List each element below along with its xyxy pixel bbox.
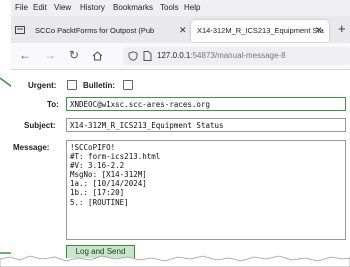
message-label: Message: bbox=[13, 143, 50, 152]
message-line: #V: 3.16-2.2 bbox=[70, 161, 125, 171]
menu-file[interactable]: File bbox=[15, 3, 28, 12]
browser-window: File Edit View History Bookmarks Tools H… bbox=[11, 0, 350, 258]
reload-icon[interactable]: ↻ bbox=[69, 48, 79, 62]
back-icon[interactable]: ← bbox=[19, 48, 31, 62]
menu-edit[interactable]: Edit bbox=[33, 3, 47, 12]
bulletin-label: Bulletin: bbox=[83, 81, 115, 90]
message-line: 5.: [ROUTINE] bbox=[70, 197, 129, 207]
menu-view[interactable]: View bbox=[54, 3, 71, 12]
message-line: #T: form-ics213.html bbox=[70, 152, 161, 162]
tab-packitforms[interactable]: SCCo PacktForms for Outpost (Pub ✕ bbox=[29, 20, 189, 42]
forward-icon[interactable]: → bbox=[44, 48, 56, 62]
close-icon[interactable]: ✕ bbox=[315, 25, 323, 36]
tab-bar: SCCo PacktForms for Outpost (Pub ✕ X14-3… bbox=[11, 16, 350, 43]
torn-edge bbox=[0, 255, 350, 267]
url-path: :54873/manual-message-8 bbox=[190, 51, 286, 60]
to-label: To: bbox=[47, 100, 59, 109]
message-line: !SCCoPIFO! bbox=[70, 143, 116, 152]
subject-field[interactable]: X14-312M_R_ICS213_Equipment Status bbox=[66, 118, 346, 132]
menu-bookmarks[interactable]: Bookmarks bbox=[113, 3, 153, 12]
tab-label: X14-312M_R_ICS213_Equipment Sta bbox=[197, 26, 324, 35]
bulletin-checkbox[interactable] bbox=[123, 80, 133, 90]
urgent-checkbox[interactable] bbox=[67, 80, 77, 90]
menu-tools[interactable]: Tools bbox=[160, 3, 179, 12]
message-textarea[interactable]: !SCCoPIFO! #T: form-ics213.html #V: 3.16… bbox=[66, 140, 346, 240]
tab-ics213[interactable]: X14-312M_R_ICS213_Equipment Sta ✕ bbox=[191, 20, 329, 42]
urgent-label: Urgent: bbox=[28, 81, 57, 90]
tab-list-icon[interactable] bbox=[15, 25, 25, 35]
tab-label: SCCo PacktForms for Outpost (Pub bbox=[35, 26, 155, 35]
navigation-bar: ← → ↻ 127.0.0.1:54873/manual-message-8 bbox=[11, 43, 350, 70]
message-form: Urgent: Bulletin: To: XNDEOC@w1xsc.scc-a… bbox=[11, 70, 350, 258]
new-tab-icon[interactable]: + bbox=[338, 21, 346, 36]
url-bar[interactable]: 127.0.0.1:54873/manual-message-8 bbox=[123, 47, 350, 65]
message-line: 1b.: [17:20] bbox=[70, 188, 125, 198]
menu-help[interactable]: Help bbox=[184, 3, 200, 12]
close-icon[interactable]: ✕ bbox=[179, 25, 187, 36]
page-icon bbox=[143, 51, 152, 61]
subject-label: Subject: bbox=[24, 121, 56, 130]
url-text: 127.0.0.1:54873/manual-message-8 bbox=[157, 51, 286, 60]
message-line: MsgNo: [X14-312M] bbox=[70, 170, 147, 180]
menu-bar: File Edit View History Bookmarks Tools H… bbox=[11, 0, 350, 16]
home-icon[interactable] bbox=[92, 51, 103, 61]
url-host: 127.0.0.1 bbox=[157, 51, 191, 60]
message-line: 1a.: [10/14/2024] bbox=[70, 179, 147, 189]
to-field[interactable]: XNDEOC@w1xsc.scc-ares-races.org bbox=[66, 97, 346, 111]
menu-history[interactable]: History bbox=[80, 3, 105, 12]
shield-icon[interactable] bbox=[128, 51, 138, 61]
